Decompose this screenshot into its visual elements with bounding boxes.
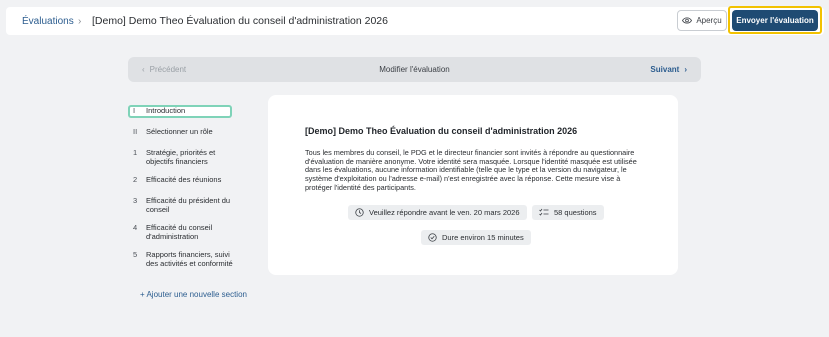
section-number: 3 [133,196,138,205]
checklist-icon [539,208,549,216]
page-title: [Demo] Demo Theo Évaluation du conseil d… [92,15,388,27]
section-item-financial-reports[interactable]: 5 Rapports financiers, suivi des activit… [128,250,238,268]
section-label: Efficacité du président du conseil [146,196,231,214]
section-item-meetings[interactable]: 2 Efficacité des réunions [128,175,238,185]
section-item-strategy[interactable]: 1 Stratégie, priorités et objectifs fina… [128,148,238,166]
section-item-select-role[interactable]: II Sélectionner un rôle [128,127,238,137]
preview-button[interactable]: Aperçu [677,10,727,31]
send-evaluation-button[interactable]: Envoyer l'évaluation [732,10,818,31]
section-item-chair[interactable]: 3 Efficacité du président du conseil [128,196,238,214]
section-label: Rapports financiers, suivi des activités… [146,250,233,268]
section-number: 5 [133,250,138,259]
introduction-card: [Demo] Demo Theo Évaluation du conseil d… [268,95,678,275]
top-header: Évaluations › [Demo] Demo Theo Évaluatio… [6,6,824,35]
section-label: Efficacité des réunions [146,175,222,184]
evaluation-title: [Demo] Demo Theo Évaluation du conseil d… [305,126,578,136]
next-button[interactable]: Suivant › [650,65,687,74]
section-item-introduction[interactable]: I Introduction [128,105,232,118]
deadline-text: Veuillez répondre avant le ven. 20 mars … [369,208,520,217]
breadcrumb-separator: › [78,15,82,27]
duration-chip: Dure environ 15 minutes [421,230,531,245]
questions-chip: 58 questions [532,205,604,220]
section-number: 1 [133,148,138,157]
clock-icon [355,208,364,217]
step-navigation-bar: ‹ Précédent Modifier l'évaluation Suivan… [128,57,701,82]
section-number: I [133,106,136,116]
questions-count: 58 questions [554,208,597,217]
nav-title: Modifier l'évaluation [379,65,450,74]
section-number: II [133,127,138,136]
preview-button-label: Aperçu [696,16,722,25]
section-number: 2 [133,175,138,184]
breadcrumb-evaluations-link[interactable]: Évaluations [22,16,74,27]
check-circle-icon [428,233,437,242]
evaluation-description: Tous les membres du conseil, le PDG et l… [305,148,637,192]
section-item-board[interactable]: 4 Efficacité du conseil d'administration [128,223,238,241]
section-label: Efficacité du conseil d'administration [146,223,213,241]
duration-text: Dure environ 15 minutes [442,233,524,242]
eye-icon [682,17,693,24]
section-label: Stratégie, priorités et objectifs financ… [146,148,216,166]
section-label: Sélectionner un rôle [146,127,213,136]
section-label: Introduction [146,106,186,116]
deadline-chip: Veuillez répondre avant le ven. 20 mars … [348,205,527,220]
section-number: 4 [133,223,138,232]
chevron-right-icon: › [684,65,687,74]
next-label: Suivant [650,65,680,74]
add-section-link[interactable]: + Ajouter une nouvelle section [140,290,247,299]
